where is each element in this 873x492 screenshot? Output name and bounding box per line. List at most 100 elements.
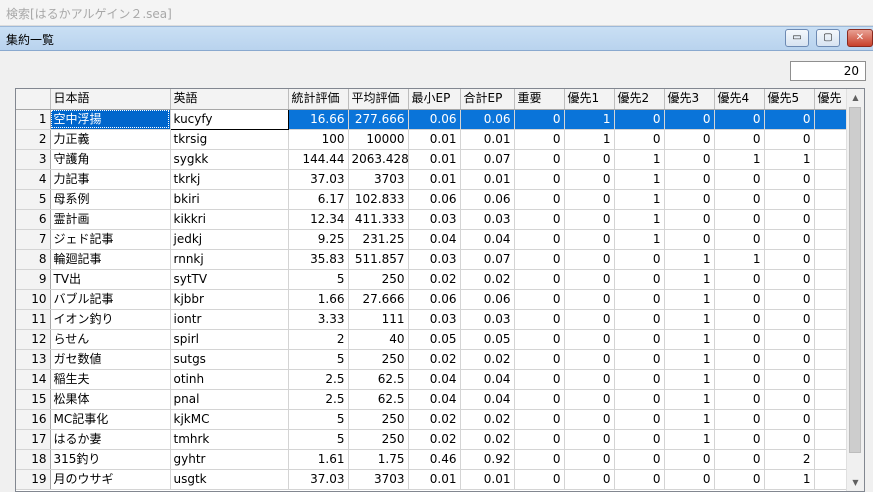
value-cell[interactable]: 1 [664,309,715,330]
value-cell[interactable]: 0 [614,469,665,490]
data-grid[interactable]: 日本語 英語 統計評価 平均評価 最小EP 合計EP 重要 優先1 優先2 優先3 優先4 優先5 優先… [15,88,865,492]
row-number-cell[interactable]: 17 [16,429,51,450]
value-cell[interactable]: 1 [614,229,665,250]
english-cell[interactable]: sygkk [170,149,289,170]
value-cell[interactable]: 0 [514,269,565,290]
value-cell[interactable]: 0.07 [460,249,515,270]
japanese-cell[interactable]: 霊計画 [50,209,171,230]
value-cell[interactable]: 0 [564,169,615,190]
value-cell[interactable]: 0.02 [460,429,515,450]
value-cell[interactable]: 0 [764,289,815,310]
column-header[interactable]: 英語 [170,89,289,110]
value-cell[interactable]: 0.02 [408,269,461,290]
row-number-cell[interactable]: 16 [16,409,51,430]
column-header[interactable]: 合計EP [460,89,515,110]
value-cell[interactable]: 0.03 [460,309,515,330]
column-header[interactable]: 最小EP [408,89,461,110]
value-cell[interactable]: 0 [564,149,615,170]
table-row[interactable]: 4 力記事 tkrkj 37.03 3703 0.01 0.01 0 0 1 0 0 0 [16,169,852,190]
value-cell[interactable]: 0 [564,349,615,370]
english-cell[interactable]: kucyfy [169,108,289,130]
row-number-cell[interactable]: 1 [16,109,51,130]
value-cell[interactable]: 1 [664,409,715,430]
value-cell[interactable]: 0 [564,329,615,350]
column-header[interactable]: 優先1 [564,89,615,110]
value-cell[interactable]: 100 [288,129,349,150]
value-cell[interactable]: 411.333 [348,209,409,230]
value-cell[interactable]: 0 [614,269,665,290]
english-cell[interactable]: kjbbr [170,289,289,310]
value-cell[interactable]: 0.06 [408,289,461,310]
window-titlebar[interactable]: 集約一覧 ▭ ▢ ✕ [0,26,873,51]
english-cell[interactable]: tmhrk [170,429,289,450]
value-cell[interactable]: 0 [714,189,765,210]
value-cell[interactable]: 1 [664,349,715,370]
value-cell[interactable]: 1 [664,369,715,390]
value-cell[interactable]: 0.01 [408,469,461,490]
value-cell[interactable]: 1.75 [348,449,409,470]
value-cell[interactable]: 0.01 [460,169,515,190]
count-field[interactable]: 20 [790,61,866,81]
row-number-cell[interactable]: 19 [16,469,51,490]
table-row[interactable]: 13 ガセ数値 sutgs 5 250 0.02 0.02 0 0 0 1 0 0 [16,349,852,370]
value-cell[interactable]: 0 [514,369,565,390]
value-cell[interactable]: 250 [348,269,409,290]
column-header[interactable]: 優先3 [664,89,715,110]
row-number-cell[interactable]: 9 [16,269,51,290]
value-cell[interactable]: 0 [614,369,665,390]
value-cell[interactable]: 3703 [348,169,409,190]
value-cell[interactable]: 0 [664,449,715,470]
column-header[interactable]: 平均評価 [348,89,409,110]
value-cell[interactable]: 0.01 [460,469,515,490]
value-cell[interactable]: 0 [714,209,765,230]
value-cell[interactable]: 0 [514,449,565,470]
value-cell[interactable]: 0 [564,229,615,250]
row-number-header[interactable] [16,89,51,110]
value-cell[interactable]: 102.833 [348,189,409,210]
column-header[interactable]: 優先5 [764,89,815,110]
japanese-cell[interactable]: 力記事 [50,169,171,190]
column-header[interactable]: 優先4 [714,89,765,110]
value-cell[interactable]: 0.04 [408,229,461,250]
value-cell[interactable]: 111 [348,309,409,330]
value-cell[interactable]: 0.02 [460,349,515,370]
japanese-cell[interactable]: ジェド記事 [50,229,171,250]
column-header[interactable]: 日本語 [50,89,171,110]
value-cell[interactable]: 0 [564,209,615,230]
table-row[interactable]: 15 松果体 pnal 2.5 62.5 0.04 0.04 0 0 0 1 0 0 [16,389,852,410]
value-cell[interactable]: 0.02 [408,409,461,430]
english-cell[interactable]: usgtk [170,469,289,490]
value-cell[interactable]: 1 [614,169,665,190]
value-cell[interactable]: 35.83 [288,249,349,270]
english-cell[interactable]: pnal [170,389,289,410]
value-cell[interactable]: 0 [514,189,565,210]
value-cell[interactable]: 0 [664,189,715,210]
value-cell[interactable]: 1 [614,209,665,230]
value-cell[interactable]: 0 [714,229,765,250]
table-row[interactable]: 17 はるか妻 tmhrk 5 250 0.02 0.02 0 0 0 1 0 0 [16,429,852,450]
value-cell[interactable]: 0 [714,329,765,350]
value-cell[interactable]: 0.01 [408,149,461,170]
value-cell[interactable]: 0 [764,429,815,450]
value-cell[interactable]: 0 [514,349,565,370]
english-cell[interactable]: sutgs [170,349,289,370]
value-cell[interactable]: 0 [514,409,565,430]
value-cell[interactable]: 0 [564,249,615,270]
value-cell[interactable]: 0 [764,389,815,410]
value-cell[interactable]: 0.07 [460,149,515,170]
value-cell[interactable]: 0 [664,109,715,130]
japanese-cell[interactable]: イオン釣り [50,309,171,330]
value-cell[interactable]: 5 [288,269,349,290]
value-cell[interactable]: 0.02 [408,429,461,450]
value-cell[interactable]: 0 [564,409,615,430]
value-cell[interactable]: 0 [564,369,615,390]
column-header[interactable]: 統計評価 [288,89,349,110]
value-cell[interactable]: 0 [764,209,815,230]
table-row[interactable]: 10 バブル記事 kjbbr 1.66 27.666 0.06 0.06 0 0 0 1 0 0 [16,289,852,310]
value-cell[interactable]: 0 [714,349,765,370]
value-cell[interactable]: 0.06 [408,189,461,210]
value-cell[interactable]: 0.92 [460,449,515,470]
value-cell[interactable]: 0 [714,409,765,430]
value-cell[interactable]: 0.03 [460,209,515,230]
value-cell[interactable]: 0 [714,429,765,450]
